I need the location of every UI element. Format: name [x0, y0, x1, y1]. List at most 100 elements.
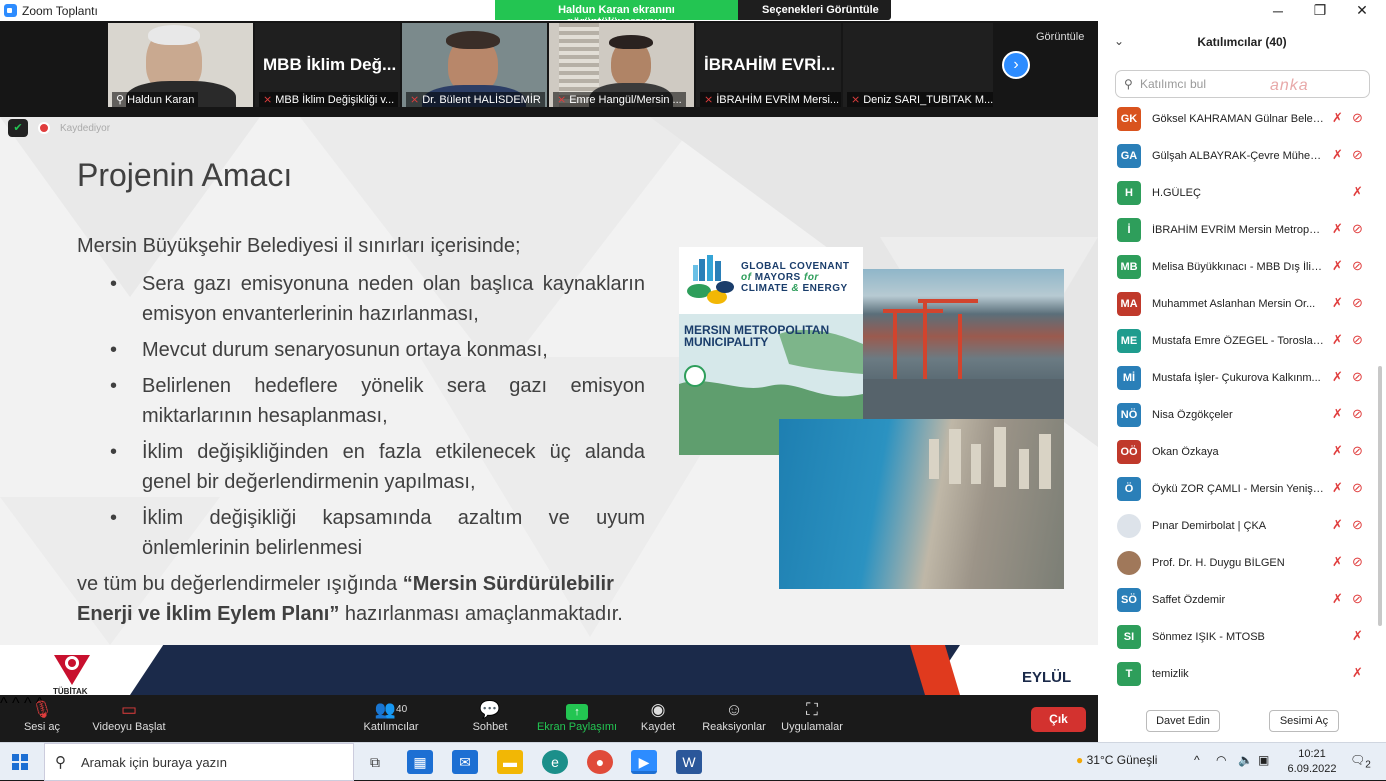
video-tile[interactable]: ⨯ Deniz SARI_TUBITAK M...: [843, 23, 993, 107]
participant-name: Okan Özkaya: [1152, 446, 1219, 458]
search-icon: ⚲: [1124, 77, 1133, 91]
mic-off-icon: ✗: [1332, 443, 1343, 458]
speaking-icon: ⚲: [116, 94, 128, 106]
covenant-word: MAYORS: [751, 272, 804, 283]
participant-row[interactable]: Mİ Mustafa İşler- Çukurova Kalkınm... ✗ ⊘: [1098, 360, 1386, 397]
taskbar-search-input[interactable]: ⚲ Aramak için buraya yazın: [44, 743, 354, 781]
volume-icon[interactable]: 🔈: [1238, 753, 1253, 767]
close-button[interactable]: ✕: [1341, 0, 1383, 21]
taskbar-search-placeholder: Aramak için buraya yazın: [81, 755, 227, 770]
unmute-label: Sesi aç: [23, 721, 61, 733]
video-tile[interactable]: İBRAHİM EVRİ... ⨯ İBRAHİM EVRİM Mersi...: [696, 23, 841, 107]
weather-widget[interactable]: ● 31°C Güneşli: [1076, 753, 1157, 767]
video-tile[interactable]: ⚲ Haldun Karan: [108, 23, 253, 107]
minimize-button[interactable]: ─: [1257, 0, 1299, 21]
mic-off-icon: ⨯: [410, 94, 420, 106]
video-off-icon: ⊘: [1352, 480, 1363, 495]
participant-row[interactable]: MB Melisa Büyükkınacı - MBB Dış İliş... ✗ ⊘: [1098, 249, 1386, 286]
tile-name: ⨯ MBB İklim Değişikliği v...: [259, 92, 399, 107]
participant-name: H.GÜLEÇ: [1152, 187, 1201, 199]
port-photo: [863, 269, 1064, 419]
participant-row[interactable]: OÖ Okan Özkaya ✗ ⊘: [1098, 434, 1386, 471]
unmute-me-button[interactable]: Sesimi Aç: [1269, 710, 1339, 732]
participant-name: Melisa Büyükkınacı - MBB Dış İliş...: [1152, 261, 1324, 273]
record-label: Kaydet: [640, 721, 676, 733]
participant-row[interactable]: SÖ Saffet Özdemir ✗ ⊘: [1098, 582, 1386, 619]
chat-button[interactable]: 💬 Sohbet: [470, 699, 510, 733]
tile-name: ⨯ Emre Hangül/Mersin ...: [553, 92, 686, 107]
maximize-button[interactable]: ❐: [1299, 0, 1341, 21]
video-off-icon: ⊘: [1352, 554, 1363, 569]
edge-icon[interactable]: e: [542, 750, 568, 774]
participant-avatar: MB: [1117, 255, 1141, 279]
participant-row[interactable]: H H.GÜLEÇ ✗: [1098, 175, 1386, 212]
next-page-icon[interactable]: ›: [1002, 51, 1030, 79]
participant-search-input[interactable]: ⚲ Katılımcı bul: [1115, 70, 1370, 98]
word-icon[interactable]: W: [676, 750, 702, 774]
video-off-icon: ⊘: [1352, 258, 1363, 273]
participant-row[interactable]: NÖ Nisa Özgökçeler ✗ ⊘: [1098, 397, 1386, 434]
view-button[interactable]: Görüntüle: [1036, 31, 1084, 43]
participants-button[interactable]: 👥40 Katılımcılar: [362, 699, 420, 733]
participant-row[interactable]: Ö Öykü ZOR ÇAMLI - Mersin Yenişe... ✗ ⊘: [1098, 471, 1386, 508]
covenant-header: GLOBAL COVENANT of MAYORS for CLIMATE & …: [679, 247, 863, 314]
participant-row[interactable]: Pınar Demirbolat | ÇKA ✗ ⊘: [1098, 508, 1386, 545]
reactions-button[interactable]: ☺ Reaksiyonlar: [700, 699, 768, 733]
video-tile[interactable]: ⨯ Emre Hangül/Mersin ...: [549, 23, 694, 107]
invite-button[interactable]: Davet Edin: [1146, 710, 1220, 732]
store-icon[interactable]: ▦: [407, 750, 433, 774]
mic-off-icon: ⨯: [704, 94, 714, 106]
meeting-indicators: ✔ Kaydediyor: [8, 119, 110, 137]
network-icon[interactable]: ◠: [1216, 753, 1226, 767]
video-off-icon: ⊘: [1352, 332, 1363, 347]
video-options-caret[interactable]: ^: [12, 695, 20, 712]
video-tile[interactable]: ⨯ Dr. Bülent HALİSDEMİR: [402, 23, 547, 107]
tile-name: ⨯ Dr. Bülent HALİSDEMİR: [406, 92, 545, 107]
share-screen-button[interactable]: ↑ Ekran Paylaşımı: [536, 699, 618, 733]
view-options-button[interactable]: Seçenekleri Görüntüle ⌄: [738, 0, 891, 29]
covenant-word: of: [741, 272, 752, 283]
video-tile[interactable]: MBB İklim Değ... ⨯ MBB İklim Değişikliği …: [255, 23, 400, 107]
participant-row[interactable]: ME Mustafa Emre ÖZEGEL - Toroslar ... ✗ ⊘: [1098, 323, 1386, 360]
participant-row[interactable]: GK Göksel KAHRAMAN Gülnar Beled... ✗ ⊘: [1098, 101, 1386, 138]
tile-label: MBB İklim Değişikliği v...: [275, 94, 395, 106]
participant-name: Göksel KAHRAMAN Gülnar Beled...: [1152, 113, 1324, 125]
leave-button[interactable]: Çık: [1031, 707, 1086, 732]
participant-row[interactable]: GA Gülşah ALBAYRAK-Çevre Mühen... ✗ ⊘: [1098, 138, 1386, 175]
security-shield-icon[interactable]: ✔: [8, 119, 28, 137]
audio-options-caret[interactable]: ^: [0, 695, 8, 712]
participant-avatar: SI: [1117, 625, 1141, 649]
action-center-icon[interactable]: 🗨2: [1350, 753, 1371, 770]
file-explorer-icon[interactable]: ▬: [497, 750, 523, 774]
chrome-icon[interactable]: ●: [587, 750, 613, 774]
participant-row[interactable]: MA Muhammet Aslanhan Mersin Or... ✗ ⊘: [1098, 286, 1386, 323]
mic-off-icon: ✗: [1332, 517, 1343, 532]
zoom-app-icon: [4, 4, 17, 17]
clock[interactable]: 10:21 6.09.2022: [1286, 747, 1338, 777]
windows-start-icon[interactable]: [12, 754, 29, 771]
record-button[interactable]: ◉ Kaydet: [636, 699, 680, 733]
slide-intro: Mersin Büyükşehir Belediyesi il sınırlar…: [77, 235, 521, 257]
participants-panel: ⌄ Katılımcılar (40) ⚲ Katılımcı bul anka…: [1098, 21, 1386, 742]
participant-row[interactable]: Ttemizlik ✗: [1098, 656, 1386, 693]
participant-avatar: H: [1117, 181, 1141, 205]
start-video-button[interactable]: ▭ Videoyu Başlat: [90, 699, 168, 733]
apps-button[interactable]: ⛶ Uygulamalar: [778, 699, 846, 733]
start-video-label: Videoyu Başlat: [92, 721, 166, 733]
unmute-button[interactable]: 🎙 Sesi aç: [20, 699, 64, 733]
notification-app-icon[interactable]: ▣: [1258, 753, 1269, 767]
participant-row[interactable]: SI Sönmez IŞIK - MTOSB ✗: [1098, 619, 1386, 656]
search-icon: ⚲: [55, 754, 66, 771]
participant-row[interactable]: Prof. Dr. H. Duygu BİLGEN ✗ ⊘: [1098, 545, 1386, 582]
mic-off-icon: ✗: [1332, 295, 1343, 310]
tile-name: ⨯ İBRAHİM EVRİM Mersi...: [700, 92, 841, 107]
covenant-word: ENERGY: [799, 283, 848, 294]
mail-icon[interactable]: ✉: [452, 750, 478, 774]
tray-chevron-icon[interactable]: ^: [1194, 753, 1200, 767]
zoom-taskbar-icon[interactable]: ▶: [631, 750, 657, 774]
task-view-icon[interactable]: ⧉: [362, 750, 388, 774]
participant-name: Nisa Özgökçeler: [1152, 409, 1233, 421]
panel-scrollbar[interactable]: [1378, 366, 1382, 626]
mic-off-icon: ✗: [1332, 332, 1343, 347]
participant-row[interactable]: İ İBRAHİM EVRİM Mersin Metropo... ✗ ⊘: [1098, 212, 1386, 249]
